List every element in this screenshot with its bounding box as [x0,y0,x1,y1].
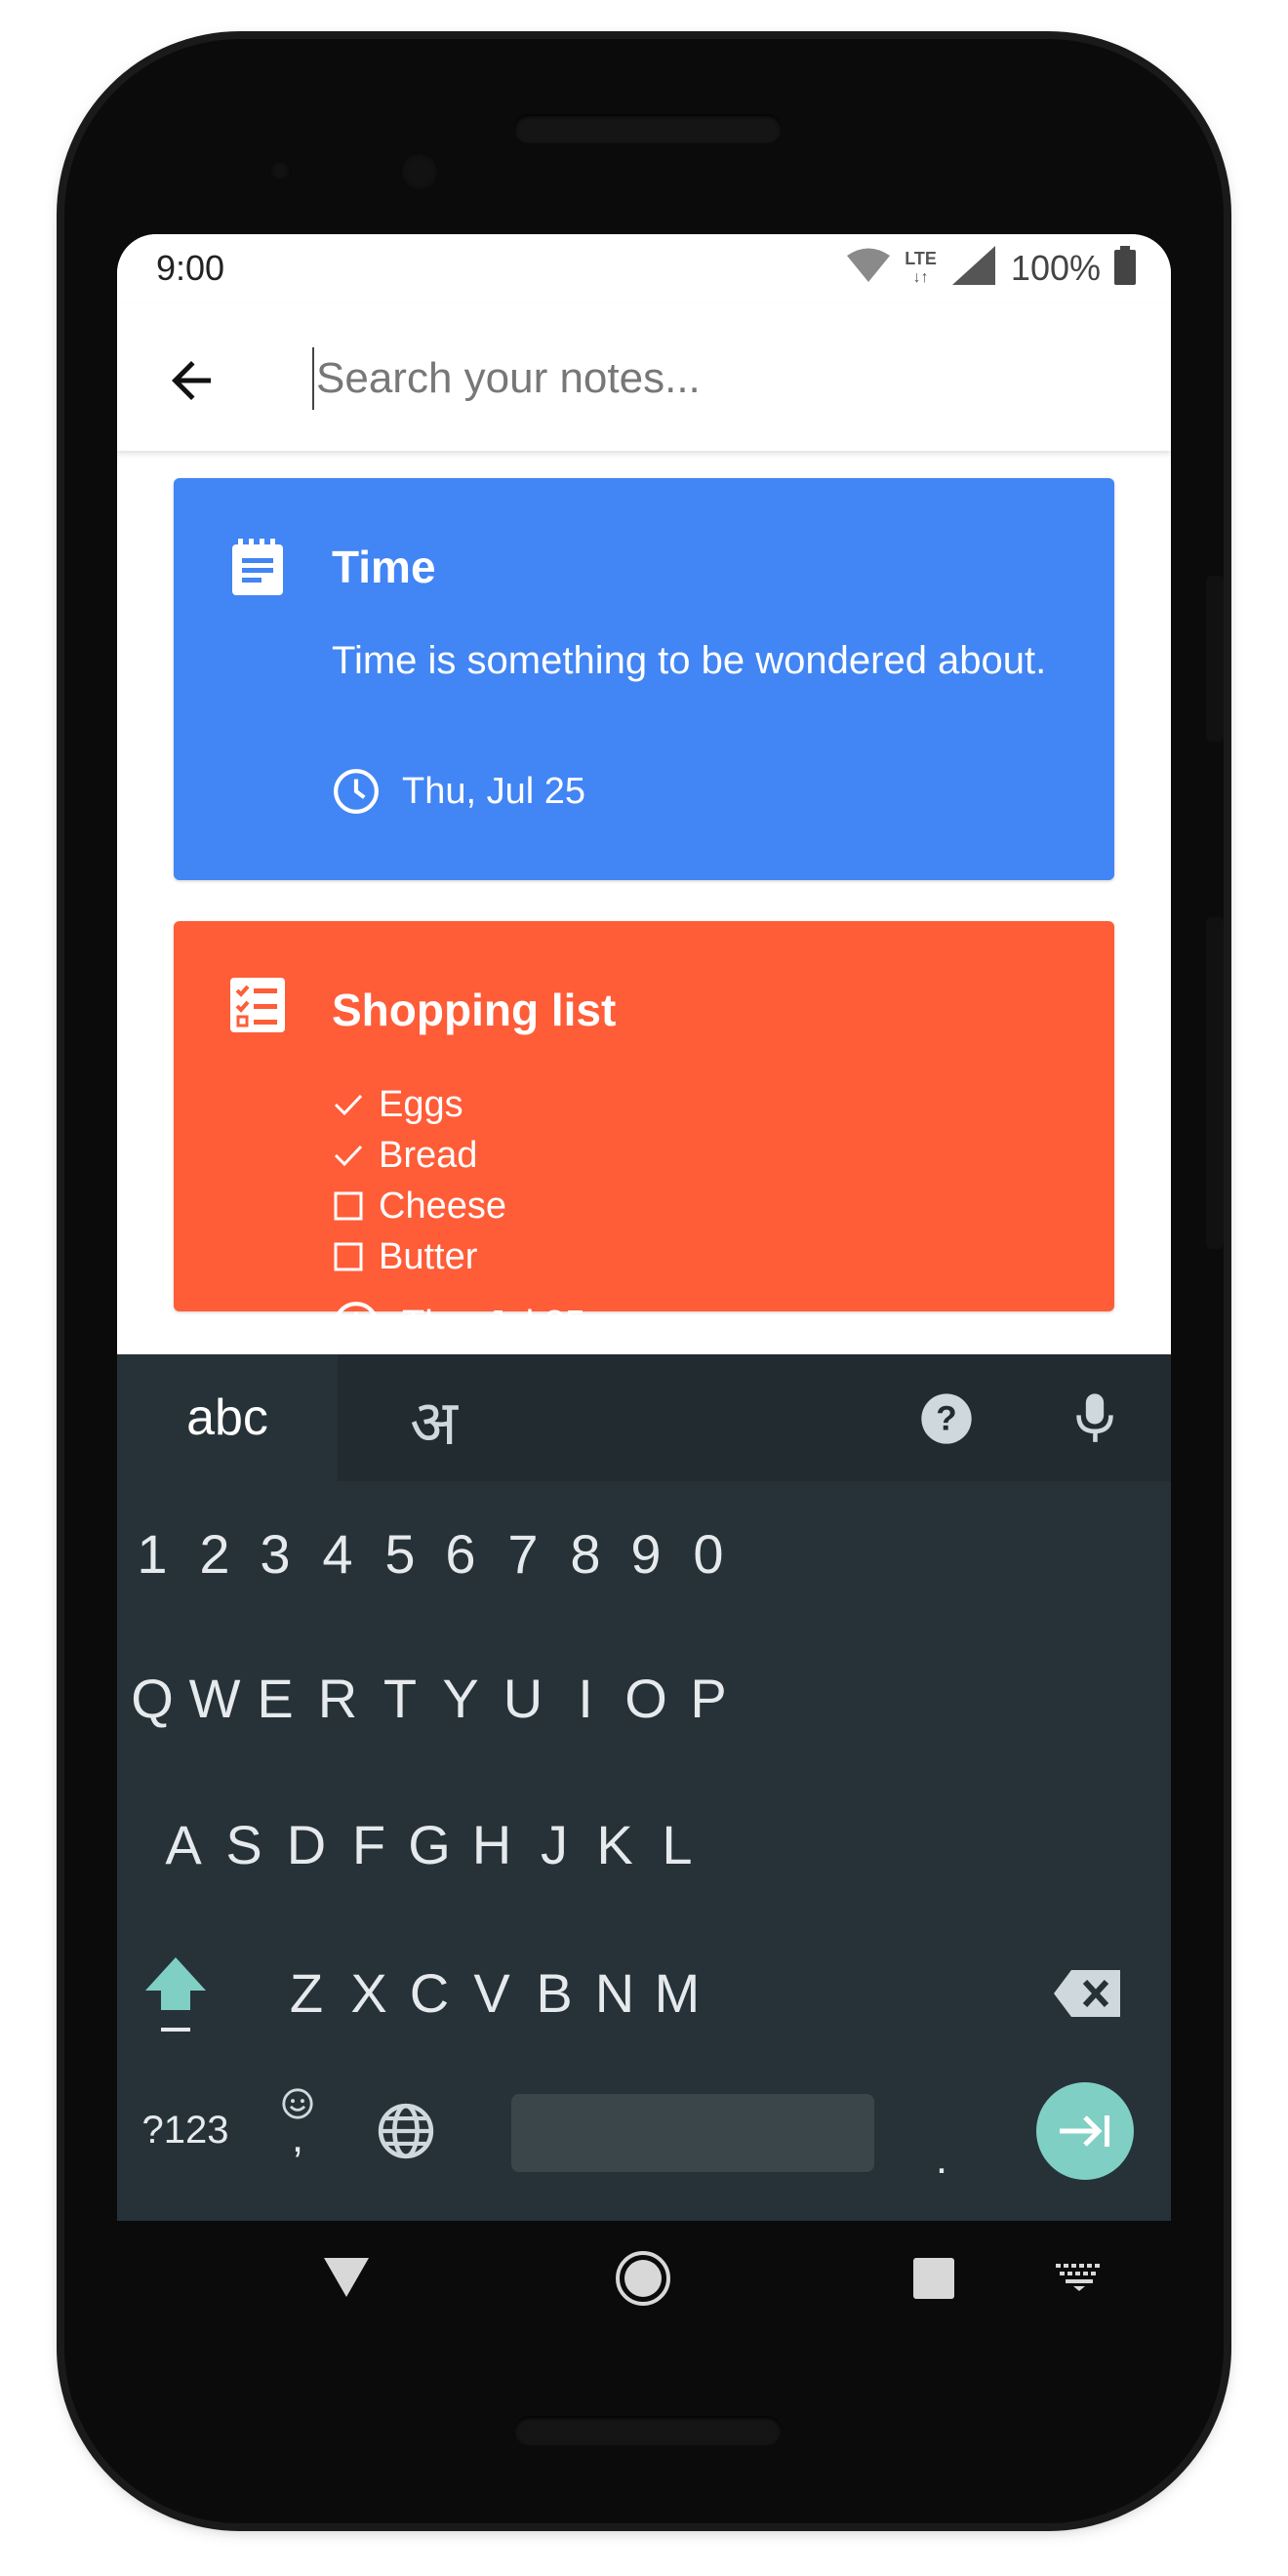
lte-icon: LTE ↓↑ [905,248,937,286]
navigation-bar [117,2221,1171,2338]
check-icon [332,1092,365,1117]
letter-row-1: Q W E R T Y U I O P [117,1626,1171,1772]
notes-list: Time Time is something to be wondered ab… [117,451,1171,1347]
comma-key[interactable]: , [263,2063,332,2180]
letter-row-2: A S D F G H J K L [117,1772,1171,1918]
checklist-item-label: Butter [379,1235,478,1277]
clock-icon [334,1302,379,1347]
note-text-icon [230,539,285,601]
next-arrow-icon [1060,2115,1109,2147]
key-0[interactable]: 0 [660,1481,757,1628]
checklist-item: Eggs [332,1079,506,1130]
enter-key[interactable] [1036,2082,1134,2180]
number-row: 1 2 3 4 5 6 7 8 9 0 [117,1481,1171,1628]
arrow-back-icon [172,361,211,400]
check-icon [332,1143,365,1168]
power-button [1206,576,1224,742]
microphone-icon[interactable] [1073,1391,1116,1451]
search-input[interactable] [312,347,1116,410]
help-icon[interactable]: ? [919,1391,974,1451]
earpiece-speaker [514,114,782,143]
volume-button [1206,917,1224,1249]
keyboard: abc अ ? 1 2 3 4 5 6 7 8 9 0 Q W E R T Y … [117,1354,1171,2221]
backspace-key[interactable] [1038,1920,1136,2067]
note-body: Time is something to be wondered about. [332,639,1047,682]
lte-label: LTE [905,248,937,268]
symbols-key[interactable]: ?123 [127,2076,244,2184]
svg-text:?: ? [936,1400,956,1438]
note-title: Shopping list [332,985,617,1035]
checklist: Eggs Bread Cheese Butter [332,1079,506,1282]
note-date-label: Thu, Jul 25 [402,770,585,812]
signal-icon [950,244,997,292]
unchecked-box-icon [332,1242,365,1271]
shift-icon [145,1957,206,2032]
comma-label: , [291,2113,304,2161]
keyboard-switch-icon[interactable] [1056,2262,1103,2296]
note-card-time[interactable]: Time Time is something to be wondered ab… [174,478,1114,880]
status-bar: 9:00 LTE ↓↑ 100% [117,234,1171,304]
note-card-shopping-list[interactable]: Shopping list Eggs Bread Cheese Butter T… [174,921,1114,1347]
back-triangle-icon[interactable] [322,2256,371,2304]
space-bar[interactable] [511,2094,874,2172]
unchecked-box-icon [332,1191,365,1221]
keyboard-language-bar: abc अ ? [117,1354,1171,1481]
front-camera [269,160,291,181]
key-m[interactable]: M [628,1920,726,2067]
note-title: Time [332,542,436,592]
letter-row-3: Z X C V B N M [117,1920,1171,2067]
language-tab-hindi[interactable]: अ [410,1378,458,1463]
status-time: 9:00 [156,248,225,288]
recents-square-icon[interactable] [911,2256,956,2306]
backspace-icon [1054,1970,1120,2017]
key-l[interactable]: L [628,1772,726,1918]
checklist-item: Bread [332,1130,506,1181]
wifi-icon [846,247,891,289]
globe-icon [378,2103,434,2159]
note-date-label: Thu, Jul 25 [402,1303,585,1345]
checklist-item-label: Cheese [379,1185,506,1227]
checklist-item-label: Eggs [379,1083,463,1125]
search-toolbar [117,304,1171,451]
checklist-item-label: Bread [379,1134,478,1176]
key-p[interactable]: P [660,1626,757,1772]
note-date: Thu, Jul 25 [332,767,585,816]
shift-key[interactable] [127,1920,224,2067]
sensor [400,152,439,191]
status-icons: LTE ↓↑ 100% [846,244,1136,292]
checklist-item: Cheese [332,1181,506,1231]
note-date: Thu, Jul 25 [332,1300,585,1348]
language-switch-key[interactable] [367,2082,445,2180]
checklist-item: Butter [332,1231,506,1282]
screen: 9:00 LTE ↓↑ 100% Search your notes... Ti… [117,234,1171,2221]
battery-percent: 100% [1010,247,1101,288]
back-button[interactable] [152,342,230,420]
clock-icon [334,769,379,814]
bottom-speaker [514,2416,782,2445]
period-key[interactable]: . [907,2076,976,2184]
home-circle-icon[interactable] [615,2250,671,2312]
language-tab-abc[interactable]: abc [117,1354,338,1481]
note-checklist-icon [230,978,285,1040]
battery-icon [1114,246,1136,290]
